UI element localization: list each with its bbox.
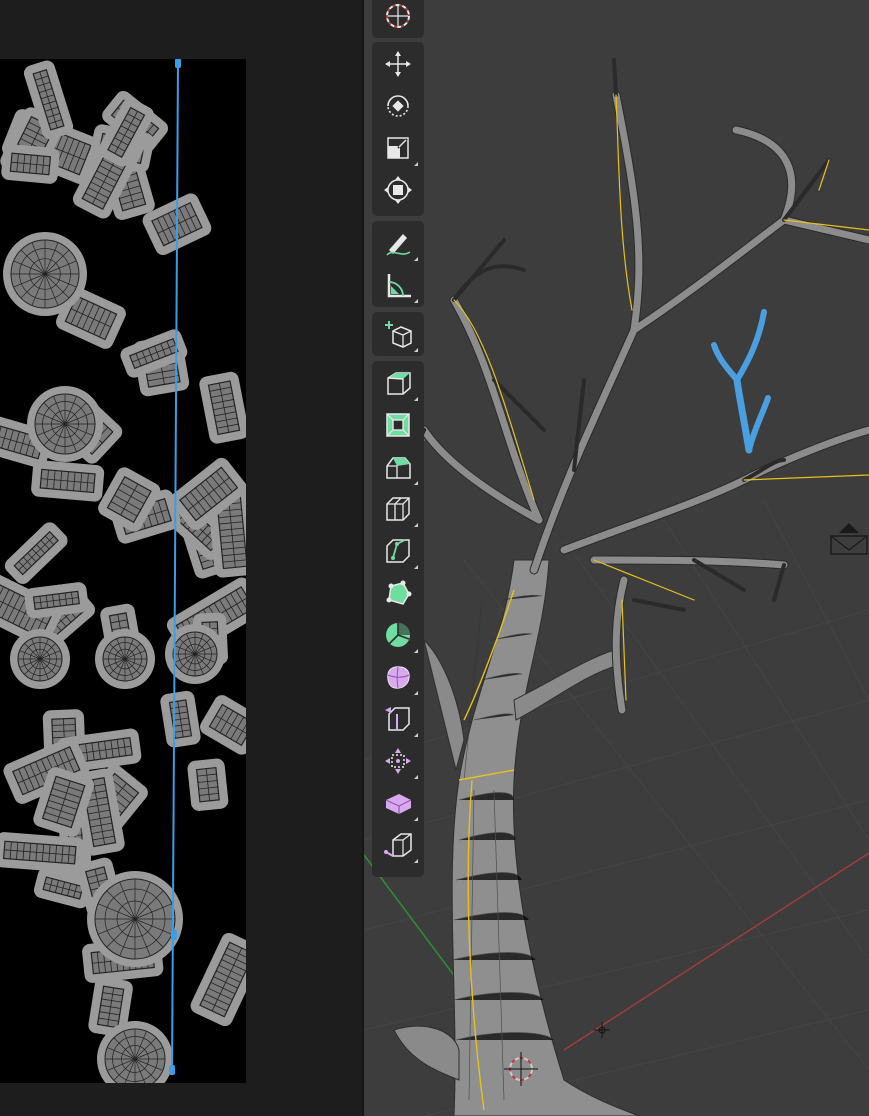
toolbar-group-cursor: [372, 0, 424, 38]
inset-faces-icon: [386, 413, 410, 437]
uv-island[interactable]: [0, 832, 86, 874]
rip-region-icon: [384, 833, 412, 857]
tool-annotate[interactable]: [376, 223, 420, 263]
tool-rotate[interactable]: [376, 86, 420, 126]
light-object-icon[interactable]: [594, 1022, 610, 1038]
tool-move[interactable]: [376, 44, 420, 84]
measure-icon: [387, 274, 411, 298]
camera-icon[interactable]: [830, 520, 868, 556]
tool-loop-cut[interactable]: [376, 489, 420, 529]
tool-extrude-region[interactable]: [376, 363, 420, 403]
annotate-icon: [386, 234, 411, 256]
toolbar-group-mesh-tools: [372, 361, 424, 877]
poly-build-icon: [386, 580, 412, 605]
toolbar-group-add: [372, 312, 424, 356]
shrink-fatten-icon: [385, 748, 411, 774]
uv-island[interactable]: [159, 690, 201, 749]
tool-cursor[interactable]: [376, 0, 420, 36]
bevel-icon: [386, 457, 411, 479]
uv-island[interactable]: [197, 692, 246, 757]
add-cube-icon: [385, 321, 412, 348]
toolbar-group-transform: [372, 42, 424, 216]
uv-fan-island[interactable]: [10, 629, 70, 689]
tree-branches[interactable]: [372, 58, 869, 715]
cursor-icon: [386, 4, 410, 28]
rotate-icon: [387, 95, 409, 117]
tool-shear[interactable]: [376, 783, 420, 823]
move-icon: [385, 51, 411, 77]
tool-poly-build[interactable]: [376, 573, 420, 613]
3d-viewport[interactable]: [364, 0, 869, 1116]
selected-branch[interactable]: [711, 309, 771, 454]
tool-scale[interactable]: [376, 128, 420, 168]
uv-fan-island[interactable]: [95, 629, 155, 689]
tool-bevel[interactable]: [376, 447, 420, 487]
spin-icon: [386, 623, 410, 647]
tool-transform[interactable]: [376, 170, 420, 210]
tool-smooth[interactable]: [376, 657, 420, 697]
tool-add-cube[interactable]: [376, 314, 420, 354]
transform-icon: [384, 176, 412, 204]
uv-island[interactable]: [2, 519, 71, 587]
uv-island[interactable]: [198, 370, 246, 445]
uv-island[interactable]: [30, 460, 105, 503]
uv-fan-island[interactable]: [3, 232, 87, 316]
toolbar-group-annotate: [372, 221, 424, 307]
scale-icon: [387, 137, 409, 159]
uv-editor-panel[interactable]: [0, 0, 362, 1116]
smooth-icon: [387, 666, 410, 689]
tool-inset-faces[interactable]: [376, 405, 420, 445]
uv-island[interactable]: [188, 930, 246, 1028]
tool-measure[interactable]: [376, 265, 420, 305]
tree-mesh-scene[interactable]: [364, 0, 869, 1116]
floor-grid: [364, 499, 869, 1116]
knife-icon: [386, 539, 410, 563]
uv-island[interactable]: [187, 758, 229, 812]
loop-cut-icon: [386, 497, 410, 521]
uv-fan-island[interactable]: [27, 386, 103, 462]
uv-canvas[interactable]: [0, 59, 246, 1083]
uv-islands[interactable]: [0, 59, 246, 1083]
shear-icon: [385, 794, 412, 814]
tool-edge-slide[interactable]: [376, 699, 420, 739]
uv-fan-island[interactable]: [87, 871, 183, 967]
edge-slide-icon: [385, 707, 410, 731]
uv-island[interactable]: [1, 143, 61, 184]
tool-knife[interactable]: [376, 531, 420, 571]
extrude-region-icon: [387, 372, 411, 395]
tool-shrink-fatten[interactable]: [376, 741, 420, 781]
tool-rip-region[interactable]: [376, 825, 420, 865]
tool-spin[interactable]: [376, 615, 420, 655]
